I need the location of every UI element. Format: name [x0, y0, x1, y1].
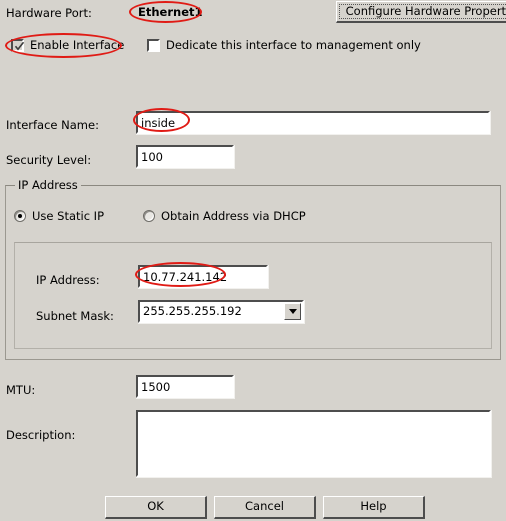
- configure-hardware-properties-label: Configure Hardware Propertie: [345, 3, 506, 18]
- description-textarea[interactable]: [136, 410, 491, 477]
- ok-button-label: OK: [147, 499, 164, 514]
- use-static-ip-label: Use Static IP: [32, 209, 105, 223]
- chevron-down-icon[interactable]: [284, 303, 301, 320]
- ip-address-input[interactable]: [138, 265, 268, 288]
- obtain-dhcp-radio-row[interactable]: Obtain Address via DHCP: [143, 209, 306, 223]
- use-static-ip-radio[interactable]: [14, 210, 26, 222]
- dedicate-management-label: Dedicate this interface to management on…: [166, 38, 421, 52]
- security-level-input[interactable]: [136, 145, 234, 168]
- subnet-mask-label: Subnet Mask:: [36, 309, 114, 323]
- configure-hardware-properties-button[interactable]: Configure Hardware Propertie: [336, 1, 506, 23]
- mtu-input[interactable]: [136, 375, 234, 398]
- help-button-label: Help: [360, 499, 387, 514]
- interface-name-input[interactable]: [136, 111, 490, 134]
- subnet-mask-value: 255.255.255.192: [143, 303, 242, 318]
- subnet-mask-combobox[interactable]: 255.255.255.192: [138, 300, 304, 323]
- security-level-label: Security Level:: [6, 153, 92, 167]
- mtu-label: MTU:: [6, 383, 36, 397]
- hardware-port-label: Hardware Port:: [6, 6, 92, 20]
- dedicate-management-checkbox-row[interactable]: Dedicate this interface to management on…: [147, 38, 421, 52]
- enable-interface-checkbox-row[interactable]: Enable Interface: [11, 38, 124, 52]
- obtain-dhcp-label: Obtain Address via DHCP: [161, 209, 306, 223]
- enable-interface-checkbox[interactable]: [11, 38, 25, 52]
- hardware-port-value: Ethernet1: [138, 5, 203, 19]
- ip-address-label: IP Address:: [36, 273, 100, 287]
- dedicate-management-checkbox[interactable]: [147, 38, 160, 52]
- obtain-dhcp-radio[interactable]: [143, 210, 155, 222]
- enable-interface-label: Enable Interface: [30, 38, 125, 52]
- static-ip-subpanel: [14, 242, 492, 349]
- use-static-ip-radio-row[interactable]: Use Static IP: [14, 209, 104, 223]
- cancel-button-label: Cancel: [245, 499, 284, 514]
- cancel-button[interactable]: Cancel: [214, 496, 316, 519]
- ip-address-groupbox-title: IP Address: [15, 179, 81, 191]
- help-button[interactable]: Help: [323, 496, 425, 519]
- description-label: Description:: [6, 428, 76, 442]
- ok-button[interactable]: OK: [105, 496, 207, 519]
- interface-name-label: Interface Name:: [6, 118, 99, 132]
